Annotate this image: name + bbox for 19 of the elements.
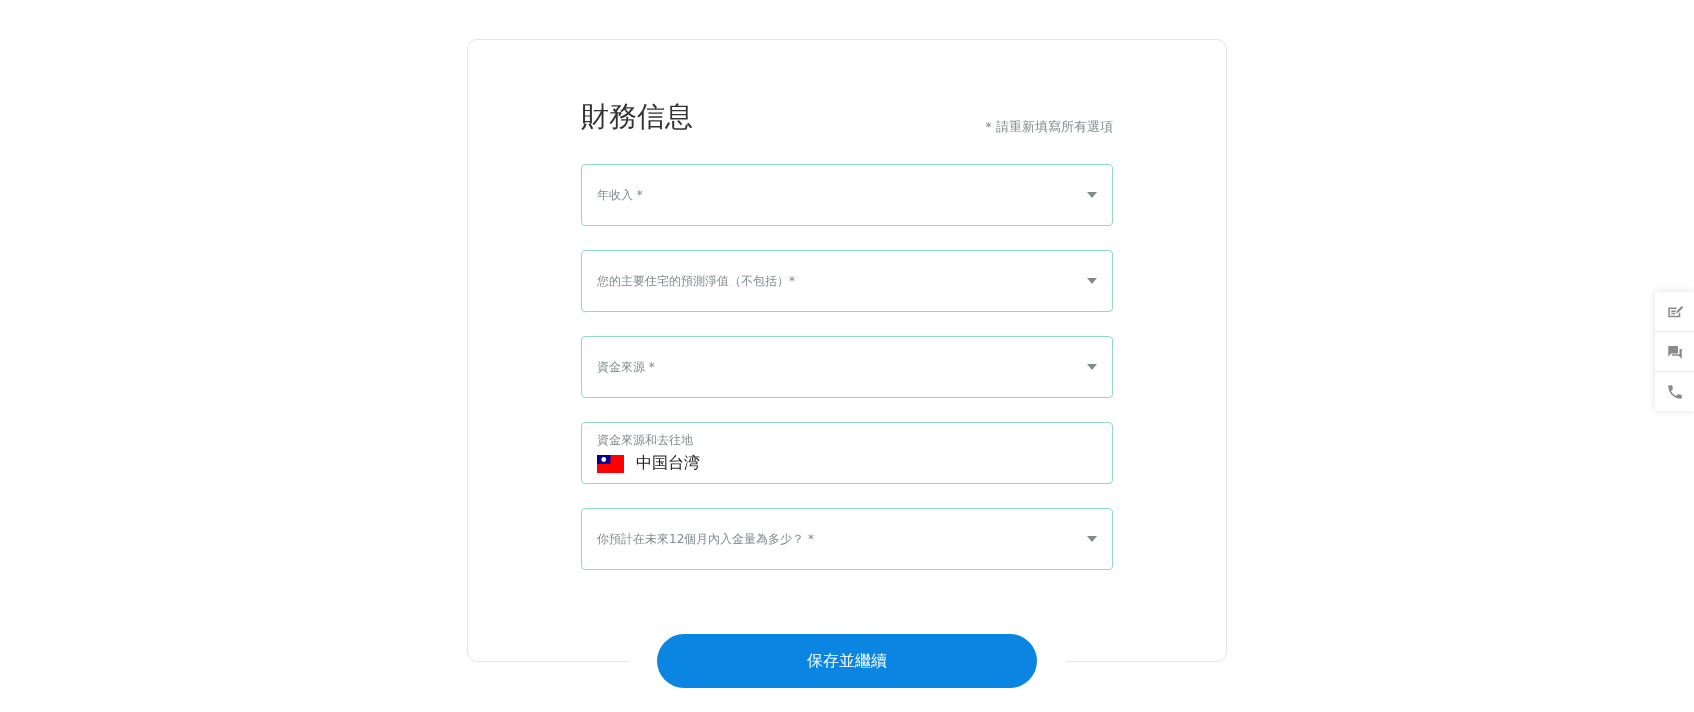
caret-icon [1087, 278, 1097, 284]
field-value: 中国台湾 [636, 453, 700, 474]
field-label: 資金來源和去往地 [597, 432, 694, 449]
dropdown-field[interactable]: 年收入 * [581, 164, 1113, 226]
field-label: 你預計在未來12個月內入金量為多少？ * [597, 530, 816, 548]
field-label: 年收入 * [597, 186, 644, 204]
dropdown-field[interactable]: 你預計在未來12個月內入金量為多少？ * [581, 508, 1113, 570]
dropdown-field[interactable]: 您的主要住宅的預測淨值（不包括）* [581, 250, 1113, 312]
required-note: * 請重新填寫所有選項 [985, 118, 1113, 136]
caret-icon [1087, 536, 1097, 542]
save-continue-button[interactable]: 保存並繼續 [657, 634, 1037, 688]
flag-icon [597, 454, 624, 473]
caret-icon [1087, 192, 1097, 198]
field-label: 您的主要住宅的預測淨值（不包括）* [597, 272, 796, 290]
country-field[interactable]: 資金來源和去往地 中国台湾 [581, 422, 1113, 484]
form-title: 財務信息 [581, 99, 693, 135]
field-label: 資金來源 * [597, 358, 656, 376]
caret-icon [1087, 364, 1097, 370]
dropdown-field[interactable]: 資金來源 * [581, 336, 1113, 398]
